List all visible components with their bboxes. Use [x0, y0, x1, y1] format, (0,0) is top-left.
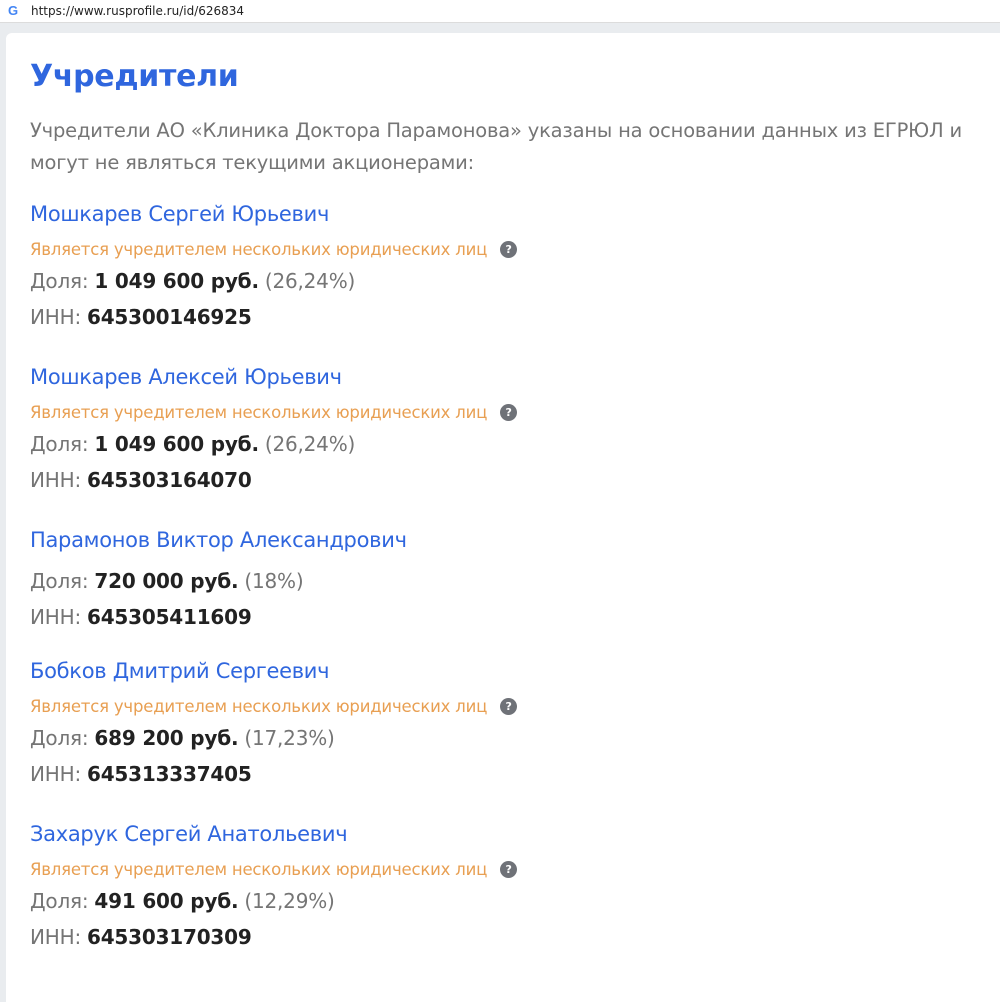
founder-name-link[interactable]: Захарук Сергей Анатольевич — [30, 821, 517, 847]
share-amount: 689 200 руб. — [94, 726, 239, 750]
share-label: Доля: — [30, 569, 89, 593]
help-icon[interactable]: ? — [500, 403, 518, 421]
share-label: Доля: — [30, 889, 89, 913]
multi-founder-note: Является учредителем нескольких юридичес… — [30, 238, 518, 260]
url-text[interactable]: https://www.rusprofile.ru/id/626834 — [31, 4, 244, 18]
multi-founder-note-text: Является учредителем нескольких юридичес… — [30, 239, 488, 259]
inn-value: 645303164070 — [86, 468, 252, 492]
share-row: Доля: 689 200 руб. (17,23%) — [30, 725, 517, 751]
share-row: Доля: 720 000 руб. (18%) — [30, 568, 407, 594]
inn-value: 645305411609 — [86, 605, 252, 629]
inn-label: ИНН: — [30, 762, 81, 786]
multi-founder-note-text: Является учредителем нескольких юридичес… — [30, 859, 488, 879]
inn-label: ИНН: — [30, 925, 81, 949]
inn-row: ИНН: 645303170309 — [30, 924, 517, 950]
share-label: Доля: — [30, 432, 89, 456]
share-label: Доля: — [30, 269, 89, 293]
multi-founder-note-text: Является учредителем нескольких юридичес… — [30, 696, 488, 716]
inn-value: 645303170309 — [86, 925, 252, 949]
inn-value: 645300146925 — [86, 305, 252, 329]
share-amount: 491 600 руб. — [94, 889, 239, 913]
share-percent: (26,24%) — [264, 432, 356, 456]
share-row: Доля: 491 600 руб. (12,29%) — [30, 888, 517, 914]
multi-founder-note: Является учредителем нескольких юридичес… — [30, 401, 518, 423]
google-favicon-icon: G — [8, 3, 19, 18]
inn-row: ИНН: 645300146925 — [30, 304, 517, 330]
founder-name-link[interactable]: Парамонов Виктор Александрович — [30, 527, 407, 553]
section-title: Учредители — [30, 59, 239, 94]
share-percent: (18%) — [244, 569, 304, 593]
share-label: Доля: — [30, 726, 89, 750]
share-amount: 1 049 600 руб. — [94, 432, 259, 456]
inn-label: ИНН: — [30, 305, 81, 329]
founder-name-link[interactable]: Мошкарев Алексей Юрьевич — [30, 364, 517, 390]
founder-name-link[interactable]: Бобков Дмитрий Сергеевич — [30, 658, 517, 684]
founder-item: Захарук Сергей Анатольевич Является учре… — [30, 821, 518, 950]
help-icon[interactable]: ? — [500, 240, 518, 258]
share-percent: (17,23%) — [244, 726, 335, 750]
multi-founder-note: Является учредителем нескольких юридичес… — [30, 858, 518, 880]
founders-card: Учредители Учредители АО «Клиника Доктор… — [6, 33, 1000, 1002]
section-intro: Учредители АО «Клиника Доктора Парамонов… — [30, 119, 962, 174]
address-bar[interactable]: G https://www.rusprofile.ru/id/626834 — [0, 0, 1000, 23]
multi-founder-note: Является учредителем нескольких юридичес… — [30, 695, 518, 717]
founder-item: Парамонов Виктор Александрович Доля: 720… — [30, 527, 407, 630]
founder-item: Бобков Дмитрий Сергеевич Является учреди… — [30, 658, 518, 787]
inn-row: ИНН: 645313337405 — [30, 761, 517, 787]
share-amount: 1 049 600 руб. — [94, 269, 259, 293]
inn-label: ИНН: — [30, 605, 81, 629]
inn-value: 645313337405 — [86, 762, 252, 786]
page-background — [0, 23, 1000, 33]
share-row: Доля: 1 049 600 руб. (26,24%) — [30, 431, 517, 457]
share-amount: 720 000 руб. — [94, 569, 239, 593]
inn-row: ИНН: 645305411609 — [30, 604, 407, 630]
multi-founder-note-text: Является учредителем нескольких юридичес… — [30, 402, 488, 422]
share-percent: (12,29%) — [244, 889, 335, 913]
share-row: Доля: 1 049 600 руб. (26,24%) — [30, 268, 517, 294]
founder-item: Мошкарев Алексей Юрьевич Является учреди… — [30, 364, 518, 493]
help-icon[interactable]: ? — [500, 860, 518, 878]
help-icon[interactable]: ? — [500, 697, 518, 715]
inn-row: ИНН: 645303164070 — [30, 467, 517, 493]
share-percent: (26,24%) — [264, 269, 356, 293]
inn-label: ИНН: — [30, 468, 81, 492]
founder-item: Мошкарев Сергей Юрьевич Является учредит… — [30, 201, 518, 330]
founder-name-link[interactable]: Мошкарев Сергей Юрьевич — [30, 201, 517, 227]
